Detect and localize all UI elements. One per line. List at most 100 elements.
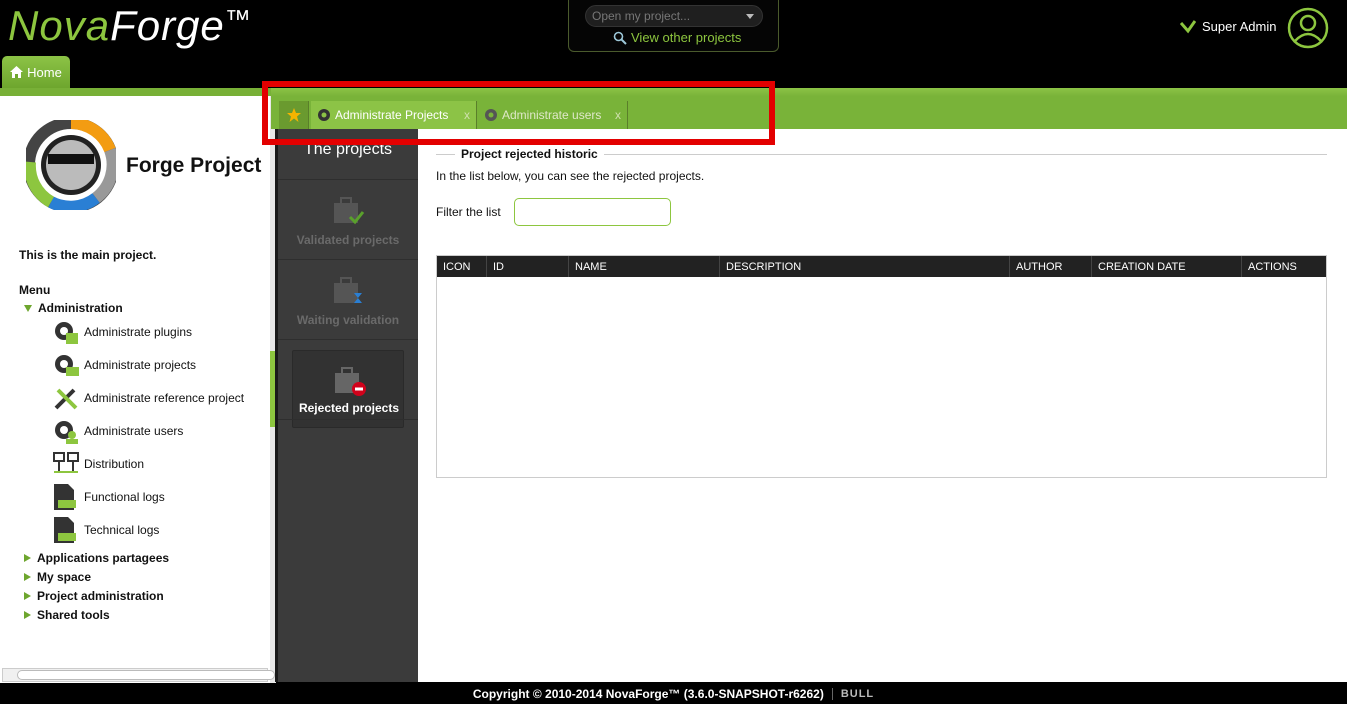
menu-title: Menu [19, 283, 51, 297]
tree-node-applications-partagees[interactable]: Applications partagees [24, 551, 169, 565]
sidebar-horizontal-scrollbar[interactable] [2, 668, 275, 682]
gear-icon [318, 109, 330, 121]
tree-node-label: My space [37, 570, 92, 584]
tab-label: Administrate users [502, 108, 602, 122]
main-content: Project rejected historic In the list be… [418, 129, 1347, 682]
divider [278, 339, 418, 340]
menu-item-administrate-plugins[interactable]: Administrate plugins [52, 318, 192, 346]
user-menu[interactable]: Super Admin [1180, 18, 1276, 34]
column-header-description[interactable]: DESCRIPTION [720, 256, 1010, 277]
column-header-id[interactable]: ID [487, 256, 569, 277]
novaforge-logo[interactable]: NovaForge™ [8, 2, 252, 50]
bull-logo: BULL [831, 687, 874, 700]
table-header: ICON ID NAME DESCRIPTION AUTHOR CREATION… [437, 256, 1326, 277]
forge-project-title: Forge Project [126, 154, 262, 177]
menu-item-technical-logs[interactable]: Technical logs [52, 516, 159, 544]
distribution-icon [53, 452, 79, 473]
gear-puzzle-icon [55, 322, 78, 344]
tree-node-label: Shared tools [37, 608, 110, 622]
column-header-creation-date[interactable]: CREATION DATE [1092, 256, 1242, 277]
project-select[interactable]: Open my project... [585, 5, 763, 27]
triangle-down-icon [24, 304, 32, 312]
column-header-icon[interactable]: ICON [437, 256, 487, 277]
menu-item-label: Functional logs [84, 490, 165, 504]
tab-administrate-users[interactable]: Administrate users x [478, 101, 628, 129]
menu-item-functional-logs[interactable]: Functional logs [52, 483, 165, 511]
briefcase-hourglass-icon [334, 277, 362, 303]
star-icon [286, 108, 301, 122]
menu-item-label: Technical logs [84, 523, 160, 537]
menu-item-label: Administrate projects [84, 358, 197, 372]
scrollbar-thumb[interactable] [17, 670, 275, 680]
menu-item-administrate-reference-project[interactable]: Administrate reference project [52, 384, 244, 412]
briefcase-rejected-icon [335, 367, 366, 396]
projects-panel-title: The projects [303, 141, 393, 158]
tree-node-administration[interactable]: Administration [24, 301, 123, 315]
tree-node-shared-tools[interactable]: Shared tools [24, 608, 110, 622]
footer: Copyright © 2010-2014 NovaForge™ (3.6.0-… [0, 683, 1347, 704]
tree-node-label: Administration [38, 301, 123, 315]
briefcase-check-icon [334, 197, 365, 225]
header: NovaForge™ Open my project... View other… [0, 0, 1347, 88]
tree-node-project-administration[interactable]: Project administration [24, 589, 164, 603]
chevron-down-icon [1180, 20, 1196, 34]
waiting-validation-button[interactable]: Waiting validation [278, 261, 418, 339]
menu-item-label: Distribution [84, 457, 145, 471]
divider [278, 259, 418, 260]
column-header-actions[interactable]: ACTIONS [1242, 256, 1326, 277]
chevron-down-icon [746, 14, 754, 19]
triangle-right-icon [24, 592, 31, 600]
app-root: NovaForge™ Open my project... View other… [0, 0, 1347, 704]
forge-project-logo [26, 120, 116, 210]
gear-icon [485, 109, 497, 121]
home-icon [10, 66, 24, 78]
tree-node-label: Applications partagees [37, 551, 170, 565]
section-description: In the list below, you can see the rejec… [436, 169, 705, 183]
divider [278, 179, 418, 180]
view-other-projects-label: View other projects [631, 30, 742, 45]
search-icon [613, 31, 627, 45]
projects-panel: The projects Validated projects Waiting … [278, 129, 418, 682]
triangle-right-icon [24, 611, 31, 619]
project-select-placeholder: Open my project... [592, 9, 691, 23]
waiting-validation-label: Waiting validation [296, 313, 400, 327]
tab-label: Administrate Projects [335, 108, 449, 122]
logo-nova: Nova [8, 2, 111, 49]
logo-forge: Forge [110, 2, 225, 49]
validated-projects-label: Validated projects [296, 233, 400, 247]
triangle-right-icon [24, 573, 31, 581]
gear-projects-icon [55, 355, 79, 376]
sidebar: Forge Project This is the main project. … [0, 88, 271, 683]
wrench-screwdriver-icon [54, 388, 78, 410]
menu-item-administrate-projects[interactable]: Administrate projects [52, 351, 196, 379]
copyright-text: Copyright © 2010-2014 NovaForge™ (3.6.0-… [472, 686, 824, 701]
section-legend: Project rejected historic [455, 147, 604, 161]
filter-label: Filter the list [436, 205, 501, 219]
menu-item-label: Administrate plugins [84, 325, 193, 339]
home-tab[interactable]: Home [2, 56, 70, 88]
rejected-projects-button[interactable]: Rejected projects [292, 350, 404, 428]
rejected-projects-table: ICON ID NAME DESCRIPTION AUTHOR CREATION… [436, 255, 1327, 478]
log-file-icon [54, 517, 76, 543]
tab-administrate-projects[interactable]: Administrate Projects x [311, 101, 477, 129]
tree-node-label: Project administration [37, 589, 164, 603]
validated-projects-button[interactable]: Validated projects [278, 181, 418, 259]
filter-input[interactable] [514, 198, 671, 226]
home-tab-label: Home [27, 64, 62, 80]
menu-item-administrate-users[interactable]: Administrate users [52, 417, 183, 445]
close-icon[interactable]: x [464, 108, 470, 122]
main-project-text: This is the main project. [19, 248, 157, 262]
avatar-icon[interactable] [1287, 7, 1329, 49]
view-other-projects-link[interactable]: View other projects [613, 30, 741, 45]
rejected-projects-label: Rejected projects [298, 401, 400, 415]
divider [278, 419, 418, 420]
project-chooser: Open my project... View other projects [568, 0, 779, 52]
column-header-author[interactable]: AUTHOR [1010, 256, 1092, 277]
menu-item-distribution[interactable]: Distribution [52, 450, 144, 478]
close-icon[interactable]: x [615, 108, 621, 122]
favorites-tab[interactable] [279, 101, 309, 129]
user-name: Super Admin [1202, 18, 1277, 34]
menu-item-label: Administrate users [84, 424, 184, 438]
column-header-name[interactable]: NAME [569, 256, 720, 277]
tree-node-my-space[interactable]: My space [24, 570, 91, 584]
